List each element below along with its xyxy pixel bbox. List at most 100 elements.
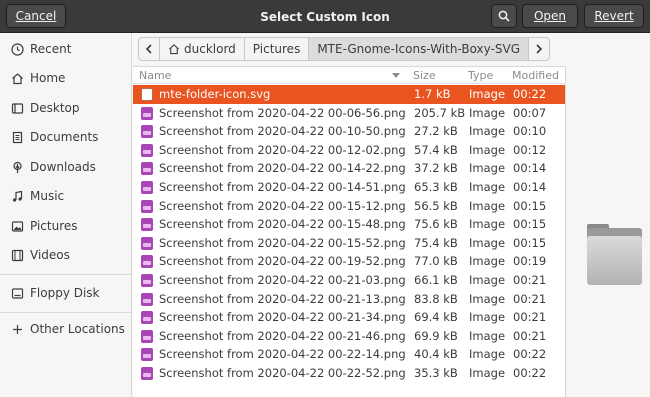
table-row[interactable]: Screenshot from 2020-04-22 00-21-46.png 6… — [133, 327, 565, 346]
file-type: Image — [469, 87, 506, 101]
file-name: Screenshot from 2020-04-22 00-22-52.png — [159, 366, 406, 380]
revert-button[interactable]: Revert — [584, 4, 644, 28]
image-file-icon — [141, 311, 153, 325]
column-size[interactable]: Size — [413, 69, 436, 82]
file-modified: 00:19 — [513, 254, 547, 269]
file-type: Image — [469, 124, 506, 139]
sidebar-item-label: Music — [30, 189, 65, 203]
file-size: 83.8 kB — [414, 291, 458, 306]
file-size: 56.5 kB — [414, 198, 458, 213]
image-file-icon — [141, 162, 153, 176]
home-icon — [169, 44, 179, 55]
file-name: Screenshot from 2020-04-22 00-14-51.png — [159, 180, 406, 194]
column-modified[interactable]: Modified — [512, 69, 559, 82]
file-name: Screenshot from 2020-04-22 00-12-02.png — [159, 142, 406, 157]
file-name: Screenshot from 2020-04-22 00-21-34.png — [159, 310, 406, 325]
desktop-icon — [10, 101, 24, 115]
file-modified: 00:07 — [513, 105, 547, 120]
file-type: Image — [469, 198, 506, 213]
file-type: Image — [469, 291, 506, 306]
file-modified: 00:22 — [513, 366, 547, 380]
table-row[interactable]: Screenshot from 2020-04-22 00-15-12.png 5… — [133, 197, 565, 216]
document-icon — [10, 130, 24, 144]
image-file-icon — [141, 292, 153, 306]
path-segment-current[interactable]: MTE-Gnome-Icons-With-Boxy-SVG — [308, 37, 529, 61]
file-size: 66.1 kB — [414, 273, 458, 287]
table-row[interactable]: Screenshot from 2020-04-22 00-21-03.png 6… — [133, 271, 565, 290]
file-type: Image — [469, 235, 506, 250]
table-row[interactable]: Screenshot from 2020-04-22 00-22-14.png 4… — [133, 345, 565, 364]
path-back-button[interactable] — [138, 37, 160, 61]
sidebar-item-label: Floppy Disk — [30, 286, 100, 300]
path-forward-button[interactable] — [528, 37, 550, 61]
table-row[interactable]: Screenshot from 2020-04-22 00-19-52.png 7… — [133, 252, 565, 271]
file-modified: 00:22 — [513, 347, 547, 362]
sidebar-item-desktop[interactable]: Desktop — [0, 95, 131, 121]
cancel-button-label: Cancel — [15, 9, 57, 23]
image-file-icon — [141, 329, 153, 343]
image-file-icon — [141, 348, 153, 362]
sidebar-item-home[interactable]: Home — [0, 65, 131, 91]
sidebar-item-videos[interactable]: Videos — [0, 242, 131, 268]
file-size: 1.7 kB — [414, 87, 451, 101]
search-icon — [498, 10, 510, 22]
cancel-button[interactable]: Cancel — [6, 4, 66, 28]
file-size: 65.3 kB — [414, 180, 458, 194]
sidebar-item-floppy-disk[interactable]: Floppy Disk — [0, 280, 131, 306]
sidebar-item-label: Recent — [30, 42, 72, 56]
sidebar-item-recent[interactable]: Recent — [0, 36, 131, 62]
table-row[interactable]: Screenshot from 2020-04-22 00-10-50.png 2… — [133, 122, 565, 141]
file-name: mte-folder-icon.svg — [159, 87, 271, 101]
file-name: Screenshot from 2020-04-22 00-22-14.png — [159, 347, 406, 362]
file-modified: 00:15 — [513, 198, 547, 213]
file-type: Image — [469, 310, 506, 325]
file-modified: 00:12 — [513, 142, 547, 157]
places-sidebar: Recent Home Desktop Documents Downloads … — [0, 33, 132, 397]
sidebar-item-downloads[interactable]: Downloads — [0, 154, 131, 180]
file-size: 69.9 kB — [414, 328, 458, 343]
table-row[interactable]: Screenshot from 2020-04-22 00-15-48.png 7… — [133, 215, 565, 234]
svg-file-icon — [141, 88, 153, 101]
open-button-label: Open — [533, 9, 567, 23]
home-icon — [10, 71, 24, 85]
file-name: Screenshot from 2020-04-22 00-21-13.png — [159, 291, 406, 306]
sidebar-item-documents[interactable]: Documents — [0, 124, 131, 150]
table-row[interactable]: Screenshot from 2020-04-22 00-12-02.png 5… — [133, 141, 565, 160]
file-modified: 00:10 — [513, 124, 547, 139]
file-size: 205.7 kB — [414, 105, 466, 120]
path-segment-home[interactable]: ducklord — [159, 37, 245, 61]
column-type[interactable]: Type — [468, 69, 493, 82]
sidebar-item-label: Downloads — [30, 160, 96, 174]
plus-icon — [10, 322, 24, 336]
sidebar-separator — [0, 274, 131, 275]
table-row[interactable]: Screenshot from 2020-04-22 00-06-56.png 2… — [133, 104, 565, 123]
file-type: Image — [469, 328, 506, 343]
table-row[interactable]: Screenshot from 2020-04-22 00-14-22.png 3… — [133, 159, 565, 178]
music-icon — [10, 189, 24, 203]
sidebar-item-music[interactable]: Music — [0, 183, 131, 209]
table-row[interactable]: Screenshot from 2020-04-22 00-21-34.png 6… — [133, 308, 565, 327]
sidebar-item-label: Documents — [30, 130, 99, 144]
path-segment-label: MTE-Gnome-Icons-With-Boxy-SVG — [317, 42, 520, 56]
column-name[interactable]: Name — [139, 69, 171, 82]
table-row[interactable]: mte-folder-icon.svg 1.7 kB Image 00:22 — [133, 85, 565, 104]
file-modified: 00:21 — [513, 328, 547, 343]
file-type: Image — [469, 161, 506, 176]
table-row[interactable]: Screenshot from 2020-04-22 00-22-52.png 3… — [133, 364, 565, 383]
file-size: 35.3 kB — [414, 366, 458, 380]
file-modified: 00:14 — [513, 161, 547, 176]
sidebar-separator — [0, 312, 131, 313]
table-row[interactable]: Screenshot from 2020-04-22 00-15-52.png 7… — [133, 234, 565, 253]
search-button[interactable] — [491, 4, 517, 28]
sidebar-item-other-locations[interactable]: Other Locations — [0, 316, 131, 342]
path-segment-pictures[interactable]: Pictures — [243, 37, 310, 61]
file-size: 75.6 kB — [414, 217, 458, 232]
open-button[interactable]: Open — [522, 4, 578, 28]
file-type: Image — [469, 105, 506, 120]
image-file-icon — [141, 143, 153, 157]
preview-pane — [565, 66, 650, 397]
table-row[interactable]: Screenshot from 2020-04-22 00-21-13.png 8… — [133, 290, 565, 309]
table-row[interactable]: Screenshot from 2020-04-22 00-14-51.png 6… — [133, 178, 565, 197]
sidebar-item-pictures[interactable]: Pictures — [0, 213, 131, 239]
video-icon — [10, 248, 24, 262]
